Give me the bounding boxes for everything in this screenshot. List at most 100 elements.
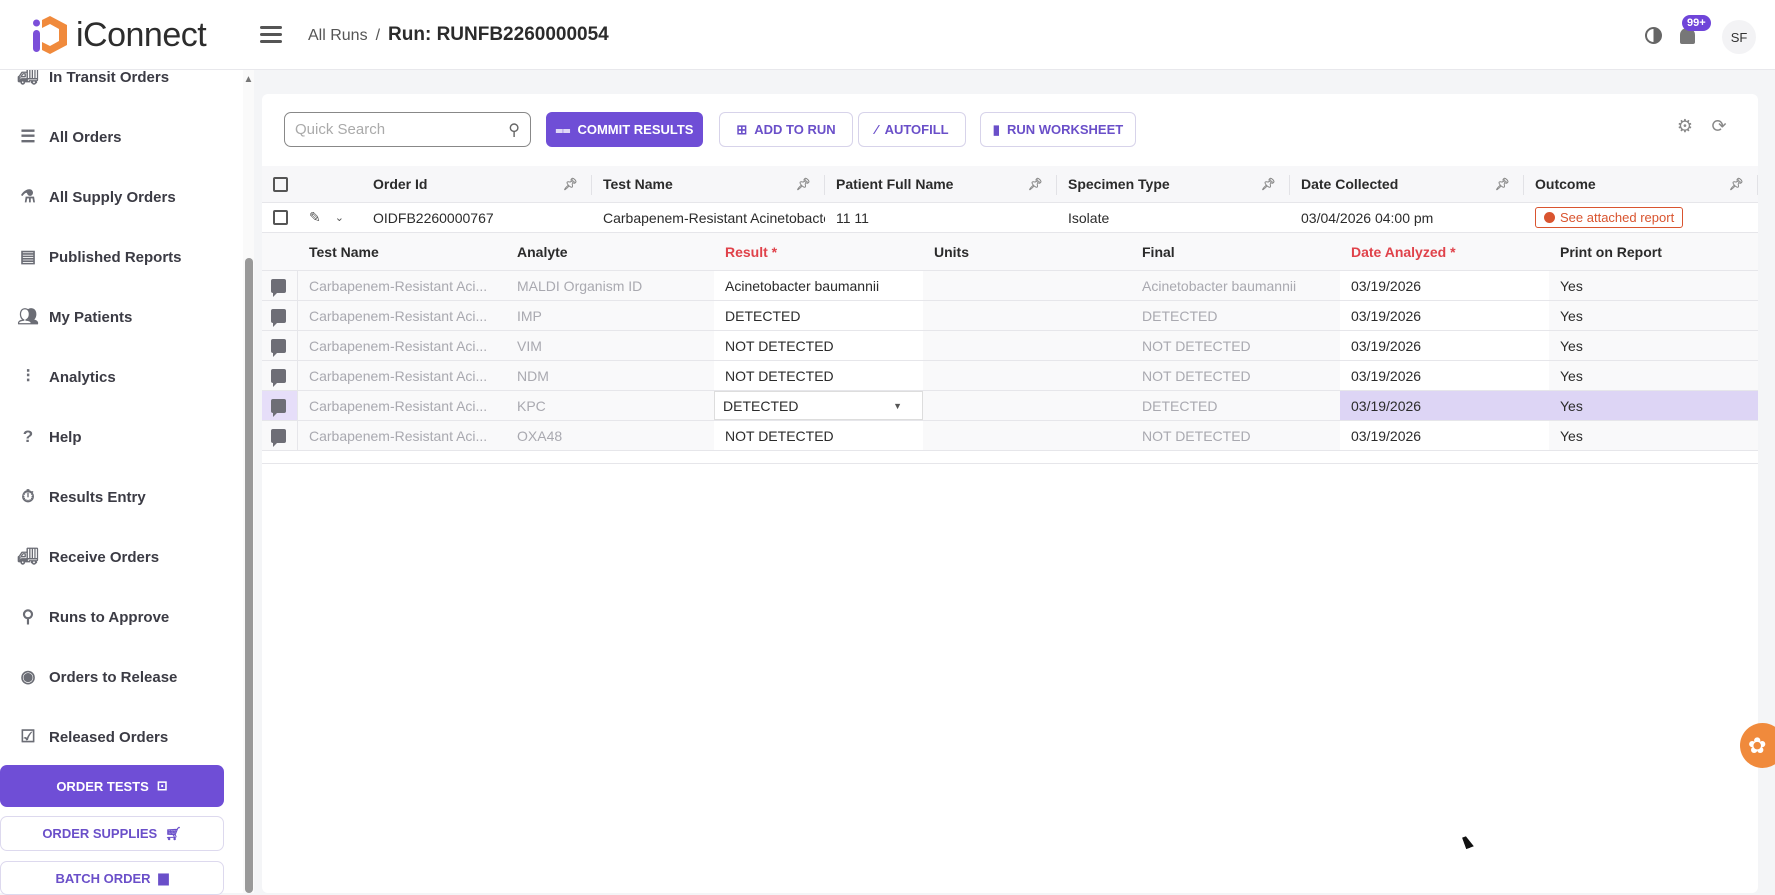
cell-final: NOT DETECTED xyxy=(1142,427,1251,444)
cell-result[interactable]: Acinetobacter baumannii xyxy=(714,271,923,300)
run-worksheet-label: RUN WORKSHEET xyxy=(1006,122,1124,137)
sidebar-item-help[interactable]: ? Help xyxy=(18,422,82,452)
sidebar-item-published-reports[interactable]: ▤ Published Reports xyxy=(18,242,182,272)
sub-column-header[interactable]: Print on Report xyxy=(1549,233,1758,270)
logo[interactable]: iConnect xyxy=(30,14,207,56)
sub-column-header[interactable]: Result * xyxy=(714,233,923,270)
batch-order-button[interactable]: BATCH ORDER ▆ xyxy=(0,861,224,895)
sidebar-item-orders-to-release[interactable]: ◉ Orders to Release xyxy=(18,662,178,692)
column-header[interactable]: Patient Full Name 📌︎ xyxy=(825,166,1057,202)
sub-table-row[interactable]: Carbapenem-Resistant Aci... NDM NOT DETE… xyxy=(262,361,1758,391)
cell-units xyxy=(923,301,1131,330)
batch-order-label: BATCH ORDER xyxy=(55,870,151,886)
order-supplies-button[interactable]: ORDER SUPPLIES 🛒︎ xyxy=(0,816,224,851)
order-tests-icon: ⊡ xyxy=(156,778,168,793)
dropdown-arrow-icon[interactable]: ▼ xyxy=(893,401,902,411)
sidebar-item-all-orders[interactable]: ☰ All Orders xyxy=(18,122,121,152)
quick-search-input[interactable]: Quick Search ⚲ xyxy=(284,112,531,147)
menu-toggle-icon[interactable] xyxy=(260,26,282,44)
comment-icon[interactable] xyxy=(271,428,286,447)
edit-icon[interactable]: ✎ xyxy=(309,209,321,226)
row-select-cell xyxy=(262,203,298,232)
cell-date-collected: 03/04/2026 04:00 pm xyxy=(1301,209,1434,226)
cell-print-on-report[interactable]: Yes xyxy=(1549,271,1758,300)
chevron-down-icon[interactable]: ⌄ xyxy=(335,211,344,224)
sub-column-header[interactable]: Analyte xyxy=(506,233,714,270)
cell-print-on-report[interactable]: Yes xyxy=(1549,361,1758,390)
sub-column-header[interactable]: Units xyxy=(923,233,1131,270)
breadcrumb-all-runs[interactable]: All Runs xyxy=(308,27,368,44)
sidebar-item-in-transit-orders[interactable]: 🚚︎ In Transit Orders xyxy=(17,70,169,92)
cell-date-analyzed[interactable]: 03/19/2026 xyxy=(1340,391,1549,420)
cell-result[interactable]: NOT DETECTED xyxy=(714,361,923,390)
sub-table-row[interactable]: Carbapenem-Resistant Aci... MALDI Organi… xyxy=(262,271,1758,301)
commit-results-button[interactable]: ⩵ COMMIT RESULTS xyxy=(546,112,703,147)
cell-result[interactable]: DETECTED xyxy=(714,301,923,330)
column-header[interactable]: Order Id 📌︎ xyxy=(362,166,592,202)
cell-date-analyzed[interactable]: 03/19/2026 xyxy=(1340,331,1549,360)
column-header[interactable]: Test Name 📌︎ xyxy=(592,166,825,202)
cell-print-on-report[interactable]: Yes xyxy=(1549,331,1758,360)
cell-print-on-report[interactable]: Yes xyxy=(1549,391,1758,420)
sidebar-item-my-patients[interactable]: 👥︎ My Patients xyxy=(17,302,132,332)
autofill-button[interactable]: ⁄ AUTOFILL xyxy=(858,112,966,147)
cell-result[interactable]: NOT DETECTED xyxy=(714,421,923,450)
pin-icon[interactable]: 📌︎ xyxy=(1028,177,1043,191)
comment-icon[interactable] xyxy=(271,368,286,387)
sidebar-scrollbar-thumb[interactable] xyxy=(245,258,253,893)
column-header[interactable]: Date Collected 📌︎ xyxy=(1290,166,1524,202)
comment-icon[interactable] xyxy=(271,278,286,297)
sub-table-row[interactable]: Carbapenem-Resistant Aci... VIM NOT DETE… xyxy=(262,331,1758,361)
cell-print-on-report[interactable]: Yes xyxy=(1549,421,1758,450)
order-tests-button[interactable]: ORDER TESTS ⊡ xyxy=(0,765,224,807)
document-icon: ▤ xyxy=(19,247,37,266)
table-row[interactable]: ✎ ⌄ OIDFB2260000767 Carbapenem-Resistant Ac… xyxy=(262,203,1758,233)
select-all-checkbox[interactable] xyxy=(273,176,288,192)
sub-table-row[interactable]: Carbapenem-Resistant Aci... OXA48 NOT DE… xyxy=(262,421,1758,451)
scroll-up-icon[interactable]: ▲ xyxy=(243,74,254,85)
sidebar-item-released-orders[interactable]: ☑ Released Orders xyxy=(18,722,168,752)
cell-test-name: Carbapenem-Resistant Aci... xyxy=(309,427,488,444)
sub-column-header[interactable]: Date Analyzed * xyxy=(1340,233,1549,270)
breadcrumb-separator: / xyxy=(375,27,381,44)
sidebar-item-runs-to-approve[interactable]: ⚲ Runs to Approve xyxy=(18,602,170,632)
sidebar-item-receive-orders[interactable]: 🚚︎ Receive Orders xyxy=(17,542,159,572)
column-header[interactable]: Specimen Type 📌︎ xyxy=(1057,166,1290,202)
pin-icon[interactable]: 📌︎ xyxy=(796,177,811,191)
actions-header xyxy=(298,166,362,202)
comment-icon[interactable] xyxy=(271,398,286,417)
settings-icon[interactable]: ⚙ xyxy=(1675,116,1695,136)
comment-icon[interactable] xyxy=(271,308,286,327)
pin-icon[interactable]: 📌︎ xyxy=(1729,177,1744,191)
column-header[interactable]: Outcome 📌︎ xyxy=(1524,166,1758,202)
cell-analyte: NDM xyxy=(517,367,549,384)
sub-column-header[interactable]: Test Name xyxy=(298,233,506,270)
logo-text: iConnect xyxy=(76,15,207,54)
cell-date-analyzed[interactable]: 03/19/2026 xyxy=(1340,301,1549,330)
select-all-cell xyxy=(262,166,298,202)
cell-result[interactable]: NOT DETECTED xyxy=(714,331,923,360)
cell-print-on-report[interactable]: Yes xyxy=(1549,301,1758,330)
refresh-icon[interactable]: ⟳ xyxy=(1709,116,1729,136)
avatar[interactable]: SF xyxy=(1722,20,1756,54)
pin-icon[interactable]: 📌︎ xyxy=(1495,177,1510,191)
theme-toggle-icon[interactable] xyxy=(1645,27,1662,44)
sidebar-item-all-supply-orders[interactable]: ⚗ All Supply Orders xyxy=(18,182,175,212)
sub-table-row[interactable]: Carbapenem-Resistant Aci... IMP DETECTED… xyxy=(262,301,1758,331)
pin-icon[interactable]: 📌︎ xyxy=(1261,177,1276,191)
pin-icon[interactable]: 📌︎ xyxy=(563,177,578,191)
column-header-label: Outcome xyxy=(1535,176,1596,192)
add-to-run-button[interactable]: ⊞ ADD TO RUN xyxy=(719,112,853,147)
sub-table-row[interactable]: Carbapenem-Resistant Aci... KPC DETECTED… xyxy=(262,391,1758,421)
sidebar-item-analytics[interactable]: ⫶ Analytics xyxy=(18,362,116,392)
outcome-badge[interactable]: See attached report xyxy=(1535,207,1684,228)
cell-result[interactable]: DETECTED ▼ xyxy=(714,391,923,420)
run-worksheet-button[interactable]: ▮ RUN WORKSHEET xyxy=(980,112,1136,147)
comment-icon[interactable] xyxy=(271,338,286,357)
cell-date-analyzed[interactable]: 03/19/2026 xyxy=(1340,421,1549,450)
cell-date-analyzed[interactable]: 03/19/2026 xyxy=(1340,361,1549,390)
row-checkbox[interactable] xyxy=(273,210,288,225)
sub-column-header[interactable]: Final xyxy=(1131,233,1340,270)
cell-date-analyzed[interactable]: 03/19/2026 xyxy=(1340,271,1549,300)
sidebar-item-results-entry[interactable]: ⏱ Results Entry xyxy=(18,482,145,512)
